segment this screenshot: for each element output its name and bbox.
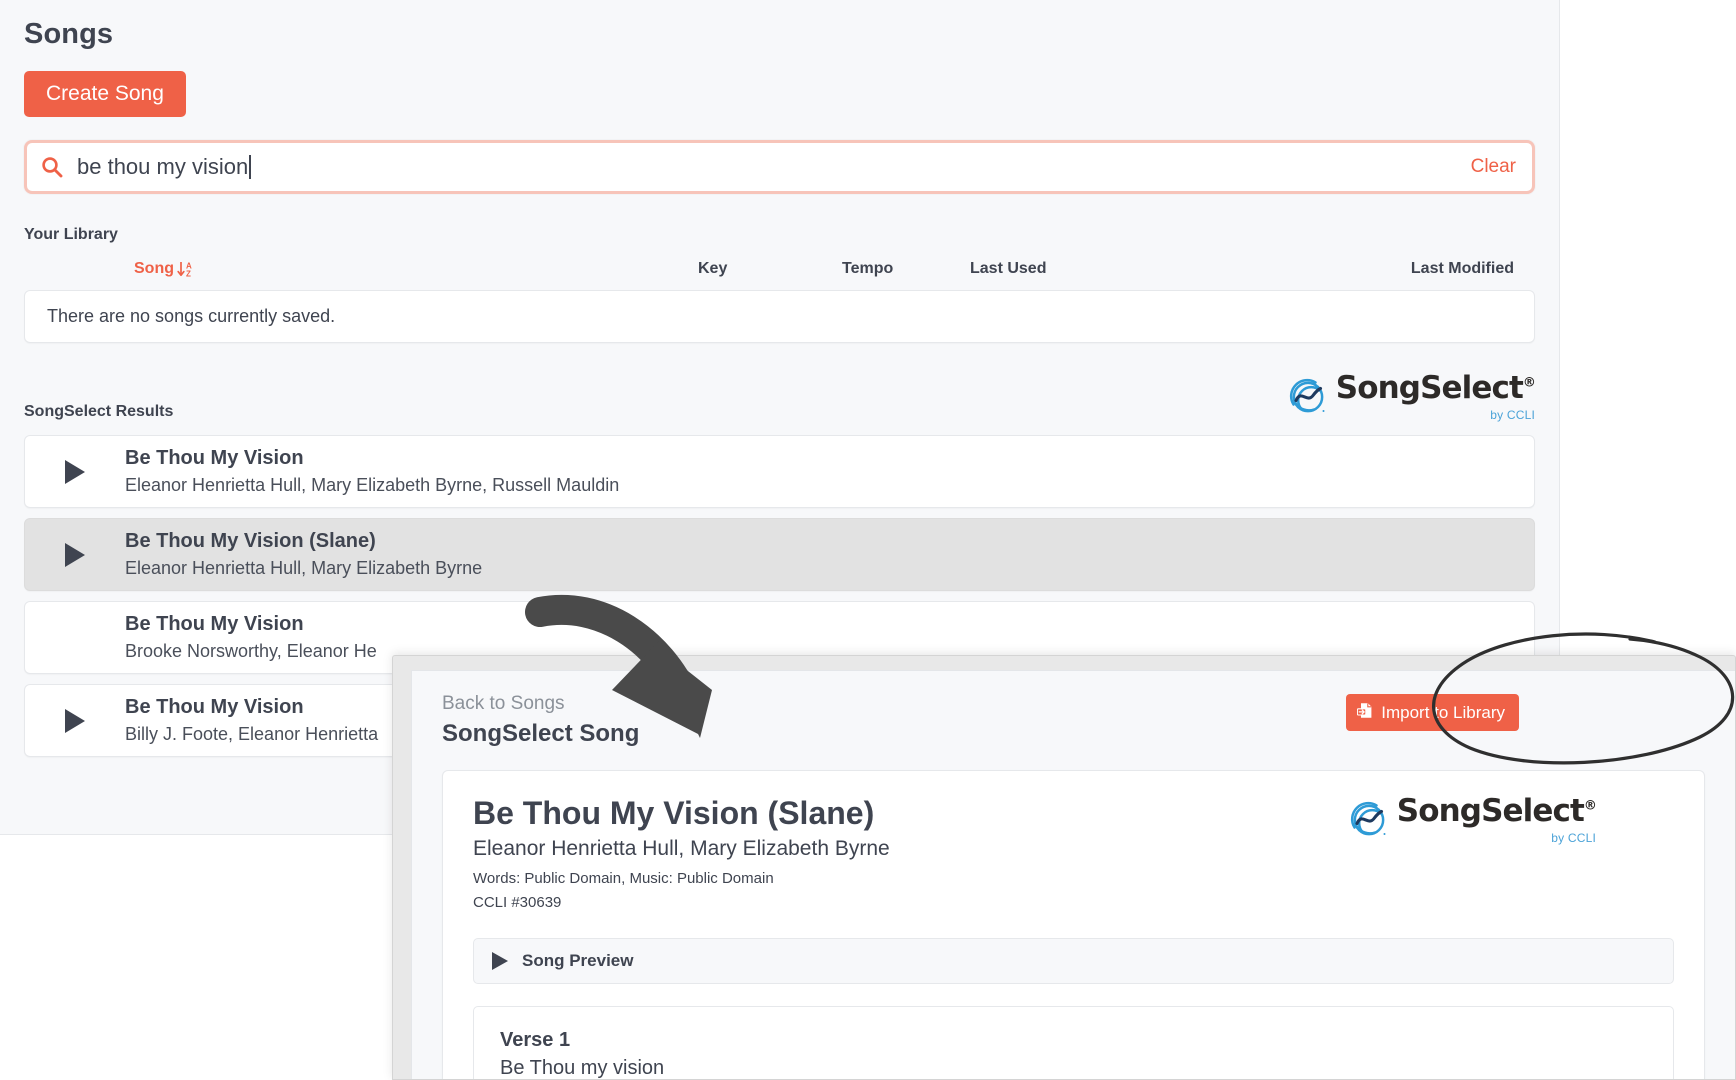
- clear-search-button[interactable]: Clear: [1471, 156, 1516, 178]
- search-result-row[interactable]: Be Thou My Vision Eleanor Henrietta Hull…: [24, 435, 1535, 508]
- result-title: Be Thou My Vision (Slane): [125, 529, 376, 552]
- import-to-library-label: Import to Library: [1381, 702, 1505, 722]
- text-caret: [249, 155, 251, 179]
- songselect-wordmark: SongSelect®: [1396, 793, 1597, 829]
- sort-alpha-down-icon[interactable]: A Z: [177, 260, 194, 278]
- songselect-logo: SongSelect® by CCLI: [1348, 793, 1597, 846]
- lyric-line: Be Thou my vision: [500, 1057, 665, 1080]
- play-icon: [65, 459, 85, 484]
- songselect-song-modal: Back to Songs SongSelect Song Import to …: [392, 655, 1736, 1080]
- search-icon: [41, 156, 63, 178]
- song-detail-authors: Eleanor Henrietta Hull, Mary Elizabeth B…: [473, 837, 890, 861]
- play-icon: [65, 542, 85, 567]
- play-button[interactable]: [25, 707, 125, 735]
- songselect-logo-text: SongSelect® by CCLI: [1396, 793, 1597, 846]
- song-detail-card: Be Thou My Vision (Slane) Eleanor Henrie…: [442, 770, 1705, 1080]
- result-authors: Eleanor Henrietta Hull, Mary Elizabeth B…: [125, 557, 483, 578]
- play-button[interactable]: [25, 541, 125, 569]
- lyrics-card: Verse 1 Be Thou my vision O Lord of my h…: [473, 1006, 1674, 1080]
- song-preview-button[interactable]: Song Preview: [473, 938, 1674, 985]
- play-icon: [65, 708, 85, 733]
- lyrics-section-label: Verse 1: [500, 1029, 571, 1052]
- registered-mark: ®: [1522, 375, 1536, 391]
- songselect-byline: by CCLI: [1551, 831, 1596, 845]
- column-header-last-used[interactable]: Last Used: [970, 260, 1411, 278]
- songselect-wave-icon: [1348, 799, 1390, 846]
- songselect-wordmark: SongSelect®: [1335, 370, 1536, 406]
- result-authors: Eleanor Henrietta Hull, Mary Elizabeth B…: [125, 474, 620, 495]
- songselect-results-label: SongSelect Results: [24, 403, 174, 420]
- column-header-key[interactable]: Key: [698, 260, 842, 278]
- song-detail-ccli: CCLI #30639: [473, 893, 562, 911]
- column-header-tempo[interactable]: Tempo: [842, 260, 970, 278]
- result-title: Be Thou My Vision: [125, 446, 304, 469]
- song-preview-label: Song Preview: [522, 951, 634, 971]
- songselect-header-row: SongSelect Results SongSelect® by CCLI: [24, 370, 1536, 423]
- search-result-row[interactable]: Be Thou My Vision (Slane) Eleanor Henrie…: [24, 518, 1535, 591]
- create-song-button[interactable]: Create Song: [24, 71, 186, 117]
- play-icon: [492, 952, 508, 971]
- songselect-logo-text: SongSelect® by CCLI: [1335, 370, 1536, 423]
- song-detail-title: Be Thou My Vision (Slane): [473, 795, 875, 831]
- column-header-song[interactable]: Song A Z: [38, 260, 698, 278]
- library-empty-message: There are no songs currently saved.: [24, 290, 1535, 343]
- songselect-logo: SongSelect® by CCLI: [1287, 370, 1536, 423]
- result-title: Be Thou My Vision: [125, 612, 304, 635]
- page-title: Songs: [24, 18, 114, 50]
- column-header-last-modified[interactable]: Last Modified: [1411, 260, 1515, 278]
- search-field[interactable]: be thou my vision Clear: [24, 140, 1535, 194]
- modal-content: Back to Songs SongSelect Song Import to …: [411, 670, 1735, 1079]
- column-header-song-label: Song: [134, 260, 174, 277]
- search-input-value: be thou my vision: [77, 154, 249, 179]
- import-file-icon: [1357, 702, 1374, 722]
- library-table-header: Song A Z Key Tempo Last Used Last Modifi…: [24, 244, 1535, 290]
- import-to-library-button[interactable]: Import to Library: [1346, 694, 1519, 731]
- songselect-wave-icon: [1287, 376, 1329, 423]
- song-detail-rights: Words: Public Domain, Music: Public Doma…: [473, 870, 774, 888]
- registered-mark: ®: [1583, 798, 1597, 814]
- search-input[interactable]: be thou my vision: [77, 154, 1471, 180]
- library-label: Your Library: [24, 226, 118, 243]
- play-button[interactable]: [25, 458, 125, 486]
- svg-text:Z: Z: [186, 270, 191, 279]
- songselect-byline: by CCLI: [1490, 408, 1535, 422]
